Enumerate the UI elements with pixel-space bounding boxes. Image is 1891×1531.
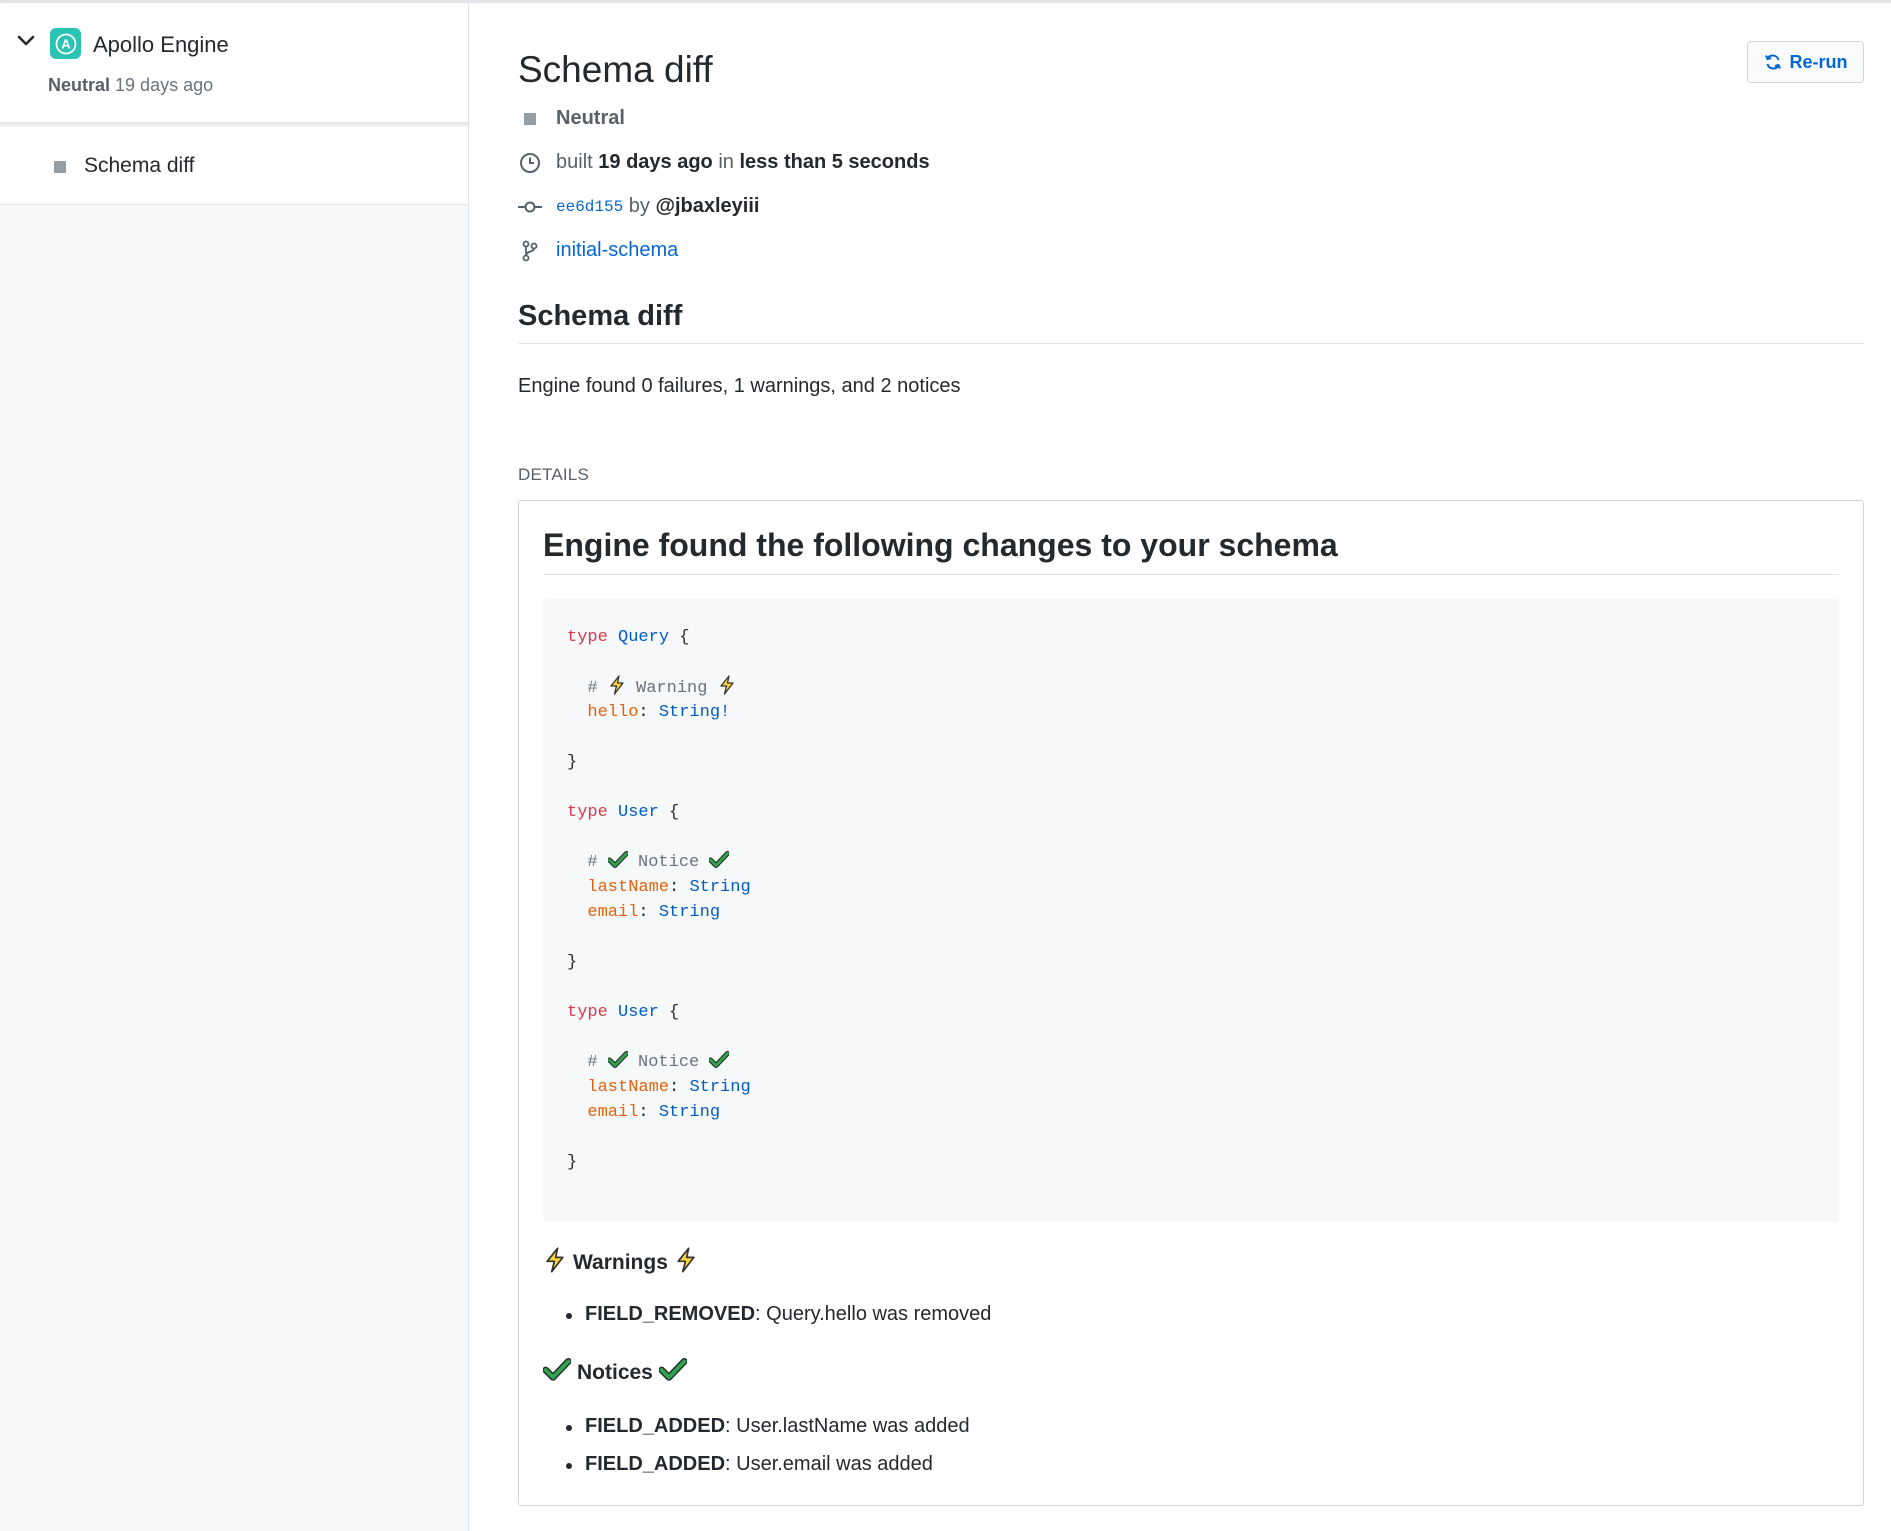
code-line: type User {	[567, 803, 680, 822]
check-icon	[542, 1358, 572, 1388]
notices-title: Notices	[577, 1361, 653, 1384]
check-icon	[708, 851, 731, 878]
built-prefix: built	[556, 151, 593, 173]
code-comment-line: # Warning	[567, 675, 1815, 700]
code-field-line: email: String	[587, 1103, 721, 1122]
apollo-logo-icon: A	[50, 28, 81, 59]
details-heading: Engine found the following changes to yo…	[543, 527, 1338, 563]
details-label: DETAILS	[518, 465, 589, 484]
code-field-line: email: String	[587, 903, 721, 922]
branch-link[interactable]: initial-schema	[556, 239, 678, 262]
commit-row: ee6d155 by @jbaxleyiii	[518, 195, 759, 218]
lightning-icon	[674, 1247, 698, 1279]
notices-heading: Notices	[542, 1358, 688, 1388]
status-row: Neutral	[518, 107, 625, 130]
code-line: type Query {	[567, 628, 690, 647]
built-in: in	[718, 151, 734, 173]
code-line: }	[567, 953, 578, 972]
check-icon	[606, 851, 629, 878]
list-item: FIELD_REMOVED: Query.hello was removed	[565, 1303, 992, 1325]
built-duration: less than 5 seconds	[739, 151, 930, 173]
lightning-icon	[543, 1247, 567, 1279]
built-row: built 19 days ago in less than 5 seconds	[518, 151, 930, 174]
warnings-title: Warnings	[573, 1251, 668, 1274]
suite-status-label: Neutral	[48, 75, 111, 95]
rerun-label: Re-run	[1789, 51, 1848, 72]
commit-by: by	[628, 195, 650, 217]
code-comment-line: # Notice	[567, 1050, 1815, 1075]
branch-row: initial-schema	[518, 239, 678, 262]
check-icon	[708, 1051, 731, 1078]
commit-author[interactable]: @jbaxleyiii	[655, 195, 759, 218]
neutral-square-icon	[524, 112, 536, 125]
sidebar-item-schema-diff[interactable]: Schema diff	[0, 127, 468, 205]
rerun-button[interactable]: Re-run	[1747, 41, 1864, 83]
summary-divider	[518, 343, 1864, 344]
code-field-line: hello: String!	[587, 703, 731, 722]
clock-icon	[520, 152, 540, 173]
suite-status-time: 19 days ago	[115, 75, 214, 95]
chevron-down-icon[interactable]	[16, 31, 36, 51]
commit-sha-link[interactable]: ee6d155	[556, 198, 623, 216]
summary-heading: Schema diff	[518, 300, 683, 332]
code-field-line: lastName: String	[587, 878, 751, 897]
sidebar-item-label: Schema diff	[84, 154, 195, 177]
built-time: 19 days ago	[598, 151, 713, 173]
warnings-heading: Warnings	[543, 1247, 698, 1279]
neutral-status-icon	[54, 161, 66, 173]
list-item: FIELD_ADDED: User.lastName was added	[566, 1415, 970, 1437]
summary-text: Engine found 0 failures, 1 warnings, and…	[518, 375, 961, 397]
checks-sidebar: A Apollo Engine Neutral 19 days ago Sche…	[0, 3, 469, 1531]
list-item: FIELD_ADDED: User.email was added	[566, 1453, 933, 1475]
code-line: }	[567, 1153, 578, 1172]
suite-status: Neutral 19 days ago	[48, 75, 213, 96]
check-icon	[658, 1358, 688, 1388]
details-panel: Engine found the following changes to yo…	[518, 500, 1864, 1506]
page-title: Schema diff	[518, 49, 713, 90]
git-branch-icon	[522, 240, 538, 261]
schema-code-block: type Query { # Warning hello: String! } …	[543, 599, 1839, 1222]
app-name[interactable]: Apollo Engine	[93, 32, 229, 58]
code-line: }	[567, 753, 578, 772]
check-icon	[606, 1051, 629, 1078]
commit-icon	[518, 201, 542, 212]
status-text: Neutral	[556, 107, 625, 129]
code-comment-line: # Notice	[567, 850, 1815, 875]
svg-text:A: A	[61, 36, 71, 51]
sync-icon	[1764, 54, 1781, 70]
code-field-line: lastName: String	[587, 1078, 751, 1097]
code-line: type User {	[567, 1003, 680, 1022]
details-divider	[543, 574, 1839, 575]
check-suite-header[interactable]: A Apollo Engine Neutral 19 days ago	[0, 3, 468, 123]
